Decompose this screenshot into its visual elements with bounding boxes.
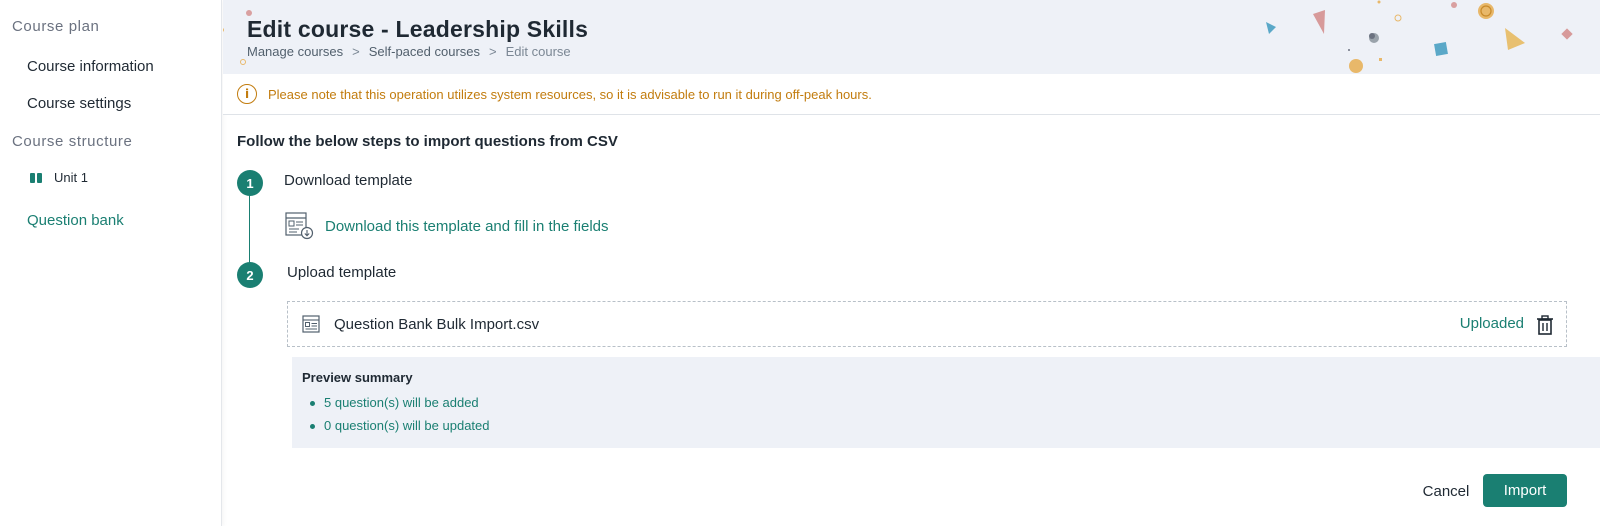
preview-summary: Preview summary 5 question(s) will be ad… (292, 357, 1600, 448)
download-template-link[interactable]: Download this template and fill in the f… (285, 212, 609, 240)
sidebar-item-course-information[interactable]: Course information (27, 58, 154, 75)
list-item: 0 question(s) will be updated (310, 418, 490, 441)
download-template-label: Download this template and fill in the f… (325, 217, 609, 235)
breadcrumb-separator: > (489, 44, 497, 59)
book-icon (30, 172, 42, 183)
sidebar-item-label: Unit 1 (54, 170, 88, 185)
list-item: 5 question(s) will be added (310, 395, 490, 418)
cancel-button[interactable]: Cancel (1410, 476, 1482, 506)
step-2-badge: 2 (237, 262, 263, 288)
uploaded-file-row: Question Bank Bulk Import.csv Uploaded (287, 301, 1567, 347)
import-button[interactable]: Import (1483, 474, 1567, 507)
breadcrumb-edit-course: Edit course (505, 44, 571, 59)
step-1-label: Download template (284, 172, 413, 189)
breadcrumb-self-paced-courses[interactable]: Self-paced courses (369, 44, 480, 59)
info-icon: i (237, 84, 257, 104)
preview-summary-title: Preview summary (302, 370, 413, 385)
file-name: Question Bank Bulk Import.csv (334, 315, 540, 333)
page-title: Edit course - Leadership Skills (247, 16, 589, 42)
preview-summary-list: 5 question(s) will be added 0 question(s… (310, 395, 490, 441)
trash-icon[interactable] (1536, 315, 1554, 335)
template-download-icon (285, 212, 314, 240)
sidebar-heading-course-structure: Course structure (12, 133, 133, 150)
steps-title: Follow the below steps to import questio… (237, 133, 618, 150)
page-header: Edit course - Leadership Skills Manage c… (223, 0, 1600, 74)
step-connector (249, 195, 250, 263)
step-2-label: Upload template (287, 264, 397, 281)
breadcrumb: Manage courses > Self-paced courses > Ed… (247, 44, 571, 59)
notice-text: Please note that this operation utilizes… (268, 86, 872, 102)
sidebar: Course plan Course information Course se… (0, 0, 222, 526)
sidebar-item-question-bank[interactable]: Question bank (27, 212, 124, 229)
breadcrumb-manage-courses[interactable]: Manage courses (247, 44, 343, 59)
file-icon (302, 315, 320, 333)
step-1-badge: 1 (237, 170, 263, 196)
resource-notice: i Please note that this operation utiliz… (223, 74, 1600, 115)
upload-status: Uploaded (1459, 315, 1524, 332)
sidebar-heading-course-plan: Course plan (12, 18, 100, 35)
sidebar-item-unit-1[interactable]: Unit 1 (30, 170, 88, 185)
sidebar-item-course-settings[interactable]: Course settings (27, 95, 131, 112)
breadcrumb-separator: > (352, 44, 360, 59)
